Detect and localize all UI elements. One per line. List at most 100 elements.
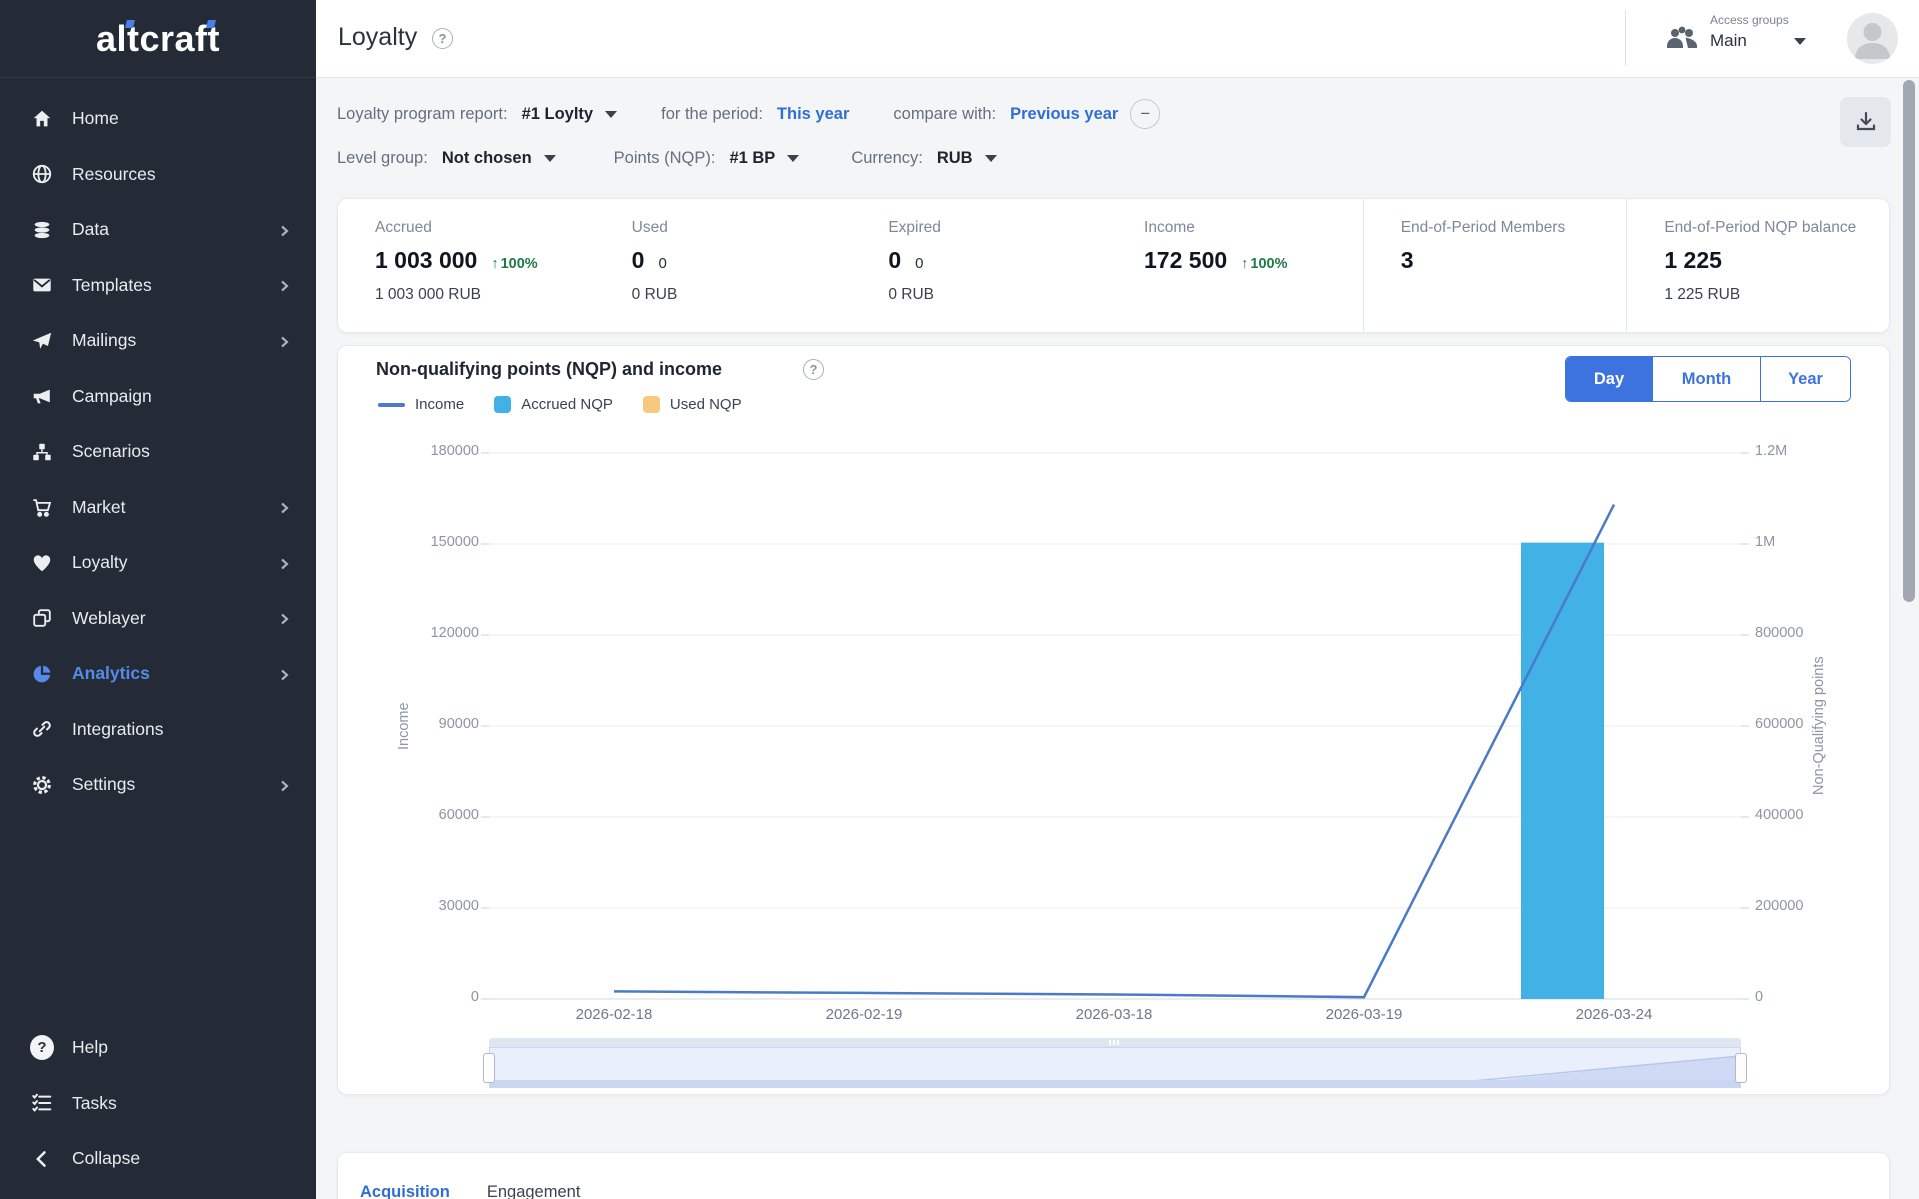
sidebar-item-integrations[interactable]: Integrations [0,702,316,758]
chevron-right-icon [278,612,290,624]
access-group-value[interactable]: Main [1710,31,1747,51]
y-axis-tick-right: 200000 [1755,898,1803,914]
chart-panel: Non-qualifying points (NQP) and income I… [337,345,1890,1095]
sidebar-item-campaign[interactable]: Campaign [0,369,316,425]
slider-move-handle[interactable] [489,1038,1741,1047]
sidebar-item-label: Loyalty [72,552,278,573]
help-icon[interactable] [803,359,824,380]
chevron-right-icon [278,779,290,791]
combo-chart-plot [338,346,1891,1096]
stat-value: 172 500 [1144,247,1227,274]
legend-label[interactable]: Income [415,396,464,413]
stat-eop-members: End-of-Period Members 3 [1363,199,1627,332]
day-button[interactable]: Day [1566,357,1652,401]
legend-square-swatch[interactable] [643,396,660,413]
filter-row-2: Level group: Not chosen Points (NQP): #1… [337,149,997,168]
page-title: Loyalty [338,23,417,52]
sidebar-item-tasks[interactable]: Tasks [0,1076,316,1132]
sidebar-item-help[interactable]: Help [0,1020,316,1076]
sidebar-item-analytics[interactable]: Analytics [0,646,316,702]
sidebar-item-settings[interactable]: Settings [0,757,316,813]
sidebar-item-templates[interactable]: Templates [0,258,316,314]
grip-icon [1109,1040,1121,1045]
sidebar-item-collapse[interactable]: Collapse [0,1131,316,1187]
sidebar-item-home[interactable]: Home [0,91,316,147]
points-select[interactable]: #1 BP [729,149,775,168]
download-button[interactable] [1840,97,1891,147]
legend-square-swatch[interactable] [494,396,511,413]
stat-expired: Expired 00 0 RUB [851,199,1107,332]
sidebar-nav: Home Resources Data Templates Mailings [0,91,316,813]
x-axis-tick: 2026-03-24 [1554,1006,1674,1023]
chevron-down-icon[interactable] [985,155,997,162]
remove-compare-button[interactable] [1130,99,1160,129]
link-icon [30,717,54,741]
stats-panel: Accrued 1 003 000100% 1 003 000 RUB Used… [337,198,1890,333]
chevron-down-icon[interactable] [1794,38,1806,45]
tab-engagement[interactable]: Engagement [487,1183,581,1199]
legend-label[interactable]: Used NQP [670,396,742,413]
report-select[interactable]: #1 Loylty [522,105,594,124]
chart-range-slider[interactable] [489,1038,1741,1088]
level-group-select[interactable]: Not chosen [442,149,532,168]
slider-window[interactable] [489,1047,1741,1088]
logo-text: t [208,18,221,59]
year-button[interactable]: Year [1760,357,1850,401]
y-axis-tick-right: 1.2M [1755,443,1787,459]
logo[interactable]: altcraft [0,0,316,78]
chevron-down-icon[interactable] [544,155,556,162]
tab-acquisition[interactable]: Acquisition [360,1183,450,1199]
chevron-down-icon[interactable] [605,111,617,118]
y-axis-title-left: Income [396,626,412,826]
sidebar-item-loyalty[interactable]: Loyalty [0,535,316,591]
sidebar-item-label: Tasks [72,1093,290,1114]
sidebar-item-weblayer[interactable]: Weblayer [0,591,316,647]
vertical-scrollbar[interactable] [1903,80,1915,602]
logo-text: al [96,18,127,59]
slider-right-handle[interactable] [1735,1053,1747,1083]
sidebar-item-scenarios[interactable]: Scenarios [0,424,316,480]
stat-value: 0 [888,247,901,274]
period-link[interactable]: This year [777,105,849,124]
legend-label[interactable]: Accrued NQP [521,396,613,413]
stat-label: Accrued [375,219,595,237]
sidebar-item-label: Home [72,108,290,129]
currency-select[interactable]: RUB [937,149,973,168]
legend-line-swatch[interactable] [378,403,405,407]
sidebar-item-resources[interactable]: Resources [0,147,316,203]
sidebar-item-label: Resources [72,164,290,185]
sidebar-item-label: Templates [72,275,278,296]
sidebar-item-label: Scenarios [72,441,290,462]
x-axis-tick: 2026-02-19 [804,1006,924,1023]
heart-icon [30,551,54,575]
help-icon[interactable] [432,28,453,49]
slider-window-shade [490,1080,1740,1087]
sidebar-item-label: Analytics [72,663,278,684]
access-groups-label: Access groups [1710,13,1789,27]
stat-eop-nqp-balance: End-of-Period NQP balance 1 225 1 225 RU… [1626,199,1889,332]
slider-left-handle[interactable] [483,1053,495,1083]
points-label: Points (NQP): [614,149,716,168]
sidebar-item-market[interactable]: Market [0,480,316,536]
chart-title: Non-qualifying points (NQP) and income [376,359,722,380]
y-axis-tick-left: 30000 [384,898,479,914]
stat-sub-value: 0 RUB [632,286,852,304]
paper-plane-icon [30,329,54,353]
stat-income: Income 172 500100% [1107,199,1363,332]
y-axis-title-right: Non-Qualifying points [1811,591,1827,861]
megaphone-icon [30,384,54,408]
compare-link[interactable]: Previous year [1010,105,1118,124]
stat-label: Used [632,219,852,237]
sidebar-item-data[interactable]: Data [0,202,316,258]
stat-delta-up: 100% [1241,256,1287,272]
granularity-toggle: Day Month Year [1565,356,1851,402]
database-icon [30,218,54,242]
chevron-down-icon[interactable] [787,155,799,162]
avatar[interactable] [1847,13,1898,64]
chevron-right-icon [278,224,290,236]
month-button[interactable]: Month [1652,357,1760,401]
x-axis-tick: 2026-03-18 [1054,1006,1174,1023]
tabs-row: Acquisition Engagement [360,1183,617,1199]
sidebar-item-mailings[interactable]: Mailings [0,313,316,369]
chevron-right-icon [278,335,290,347]
